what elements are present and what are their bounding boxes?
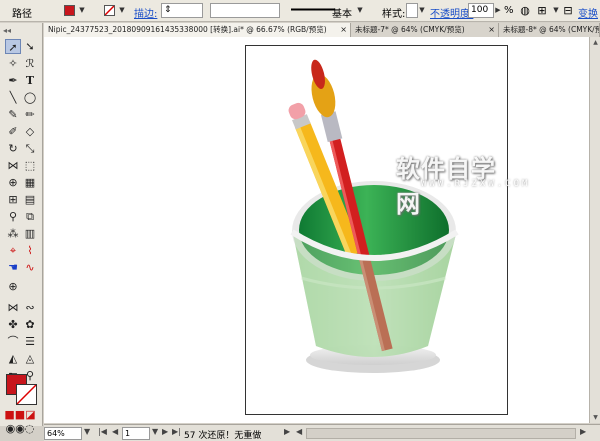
- rotate-tool-icon[interactable]: ↻: [5, 141, 21, 156]
- close-tab-icon[interactable]: ×: [488, 23, 495, 37]
- eyedropper-tool-icon[interactable]: ⚲: [5, 209, 21, 224]
- direct-selection-tool-icon[interactable]: ➘: [22, 39, 38, 54]
- variable-width-field[interactable]: [210, 3, 280, 18]
- gradient-tool-icon[interactable]: ▤: [22, 192, 38, 207]
- ellipse-tool-icon[interactable]: ◯: [22, 90, 38, 105]
- artboard[interactable]: 软件自学网 WWW.RJZXW.COM: [245, 45, 527, 416]
- first-artboard-icon[interactable]: |◀: [98, 427, 107, 436]
- brush-profile-dropdown[interactable]: ▼: [356, 4, 364, 17]
- opacity-link[interactable]: 不透明度:: [430, 5, 473, 20]
- panel-collapse-icon[interactable]: ◂◂: [3, 26, 11, 35]
- draw-mode-icon[interactable]: ◉◉◌: [4, 421, 36, 436]
- live-paint-tool-icon[interactable]: ◭: [5, 351, 21, 366]
- perspective-grid-tool-icon[interactable]: ▦: [22, 175, 38, 190]
- eraser-tool-icon[interactable]: ◇: [22, 124, 38, 139]
- pen-tool-icon[interactable]: ✒: [5, 73, 21, 88]
- stroke-swatch[interactable]: [104, 5, 115, 16]
- opacity-field[interactable]: 100: [468, 3, 494, 18]
- no-stroke-icon: [16, 384, 37, 405]
- status-bar: 64% ▼ |◀ ◀ 1 ▼ ▶ ▶| 57 次还原！无重做 ▶ ◀ ▶: [44, 424, 600, 441]
- stroke-weight-field[interactable]: ⇕: [161, 3, 203, 18]
- twirl-tool-icon[interactable]: ∾: [22, 300, 38, 315]
- crystallize-tool-icon[interactable]: ☰: [22, 334, 38, 349]
- opacity-unit: %: [504, 5, 514, 16]
- scroll-left-icon[interactable]: ◀: [296, 427, 302, 436]
- mesh-tool-icon[interactable]: ⊞: [5, 192, 21, 207]
- bloat-tool-icon[interactable]: ✿: [22, 317, 38, 332]
- brush-profile-label: 基本: [332, 9, 352, 20]
- line-tool-icon[interactable]: ╲: [5, 90, 21, 105]
- live-paint-selection-icon[interactable]: ◬: [22, 351, 38, 366]
- last-artboard-icon[interactable]: ▶|: [172, 427, 181, 436]
- stepper-icon: ⇕: [164, 5, 172, 15]
- scroll-right-icon[interactable]: ▶: [580, 427, 586, 436]
- scale-tool-icon[interactable]: ⤡: [22, 141, 38, 156]
- free-transform-tool-icon[interactable]: ⬚: [22, 158, 38, 173]
- prev-artboard-icon[interactable]: ◀: [112, 427, 118, 436]
- horizontal-scrollbar[interactable]: [306, 428, 576, 439]
- blend-tool-icon[interactable]: ⧉: [22, 209, 38, 224]
- scroll-up-icon[interactable]: ▲: [591, 38, 600, 47]
- stroke-dropdown[interactable]: ▼: [118, 4, 126, 17]
- style-dropdown[interactable]: ▼: [418, 4, 426, 17]
- magic-wand-tool-icon[interactable]: ✧: [5, 56, 21, 71]
- symbol-sprayer-tool-icon[interactable]: ⁂: [5, 226, 21, 241]
- shape-builder-tool-icon[interactable]: ⊕: [5, 175, 21, 190]
- warp-tool-icon[interactable]: ⋈: [5, 300, 21, 315]
- tool-panel: ◂◂ ➚ ➘ ✧ ℛ ✒ T ╲ ◯ ✎ ✏ ✐ ◇ ↻ ⤡ ⋈ ⬚ ⊕ ▦ ⊞…: [0, 23, 43, 435]
- fill-swatch[interactable]: [64, 5, 75, 16]
- pencil-tool-icon[interactable]: ✏: [22, 107, 38, 122]
- status-message: 57 次还原！无重做: [184, 431, 262, 441]
- document-tabs: Nipic_24377523_20180909161435338000 [转换]…: [44, 23, 600, 37]
- control-bar: 路径 ▼ ▼ 描边: ⇕ 基本 ▼ 样式: ▼ 不透明度: 100 ▶ % ◍ …: [0, 0, 600, 22]
- width-tool-icon[interactable]: ⋈: [5, 158, 21, 173]
- slice-tool-icon[interactable]: ⌇: [22, 243, 38, 258]
- no-stroke-icon: [104, 5, 115, 16]
- pucker-tool-icon[interactable]: ✤: [5, 317, 21, 332]
- vertical-scrollbar[interactable]: ▲ ▼: [589, 37, 600, 423]
- opacity-dropdown[interactable]: ▶: [494, 4, 502, 17]
- style-swatch[interactable]: [406, 3, 418, 18]
- align-icon[interactable]: ⊞: [535, 4, 549, 18]
- close-tab-icon[interactable]: ×: [340, 23, 347, 37]
- canvas-workspace[interactable]: 软件自学网 WWW.RJZXW.COM: [44, 37, 589, 423]
- recolor-artwork-icon[interactable]: ◍: [518, 4, 532, 18]
- crosshair-icon[interactable]: ⊕: [5, 279, 21, 294]
- tab-untitled-7[interactable]: 未标题-7* @ 64% (CMYK/预览) ×: [351, 23, 499, 37]
- color-mode-icon[interactable]: ■■◪: [4, 407, 36, 422]
- transform-link[interactable]: 变换: [578, 5, 598, 20]
- artboard-number-field[interactable]: 1: [122, 427, 150, 440]
- stroke-link[interactable]: 描边:: [134, 5, 157, 20]
- artboard-dropdown-icon[interactable]: ▼: [152, 427, 158, 436]
- stroke-color-box[interactable]: [16, 384, 37, 405]
- type-tool-icon[interactable]: T: [22, 73, 38, 88]
- tab-nipic-document[interactable]: Nipic_24377523_20180909161435338000 [转换]…: [44, 23, 351, 37]
- zoom-tool-icon[interactable]: ∿: [22, 260, 38, 275]
- fill-dropdown[interactable]: ▼: [78, 4, 86, 17]
- artboard-tool-icon[interactable]: ⌖: [5, 243, 21, 258]
- artwork-pencil-cup[interactable]: [246, 46, 509, 416]
- zoom-field[interactable]: 64%: [44, 427, 82, 440]
- hand-tool-icon[interactable]: ☚: [5, 260, 21, 275]
- tab-untitled-8[interactable]: 未标题-8* @ 64% (CMYK/预览): [499, 23, 600, 37]
- watermark-url: WWW.RJZXW.COM: [421, 179, 531, 189]
- isolate-icon[interactable]: ⊟: [561, 4, 575, 18]
- align-dropdown[interactable]: ▼: [552, 4, 560, 17]
- selection-type-label: 路径: [12, 9, 32, 20]
- column-graph-tool-icon[interactable]: ▥: [22, 226, 38, 241]
- style-label: 样式:: [382, 9, 406, 20]
- status-menu-icon[interactable]: ▶: [284, 427, 290, 436]
- paintbrush-tool-icon[interactable]: ✎: [5, 107, 21, 122]
- zoom-dropdown-icon[interactable]: ▼: [84, 427, 90, 436]
- blob-brush-tool-icon[interactable]: ✐: [5, 124, 21, 139]
- scallop-tool-icon[interactable]: ⌒: [5, 334, 21, 349]
- stroke-line-icon: [291, 8, 335, 11]
- next-artboard-icon[interactable]: ▶: [162, 427, 168, 436]
- lasso-tool-icon[interactable]: ℛ: [22, 56, 38, 71]
- selection-tool-icon[interactable]: ➚: [5, 39, 21, 54]
- scroll-down-icon[interactable]: ▼: [591, 413, 600, 422]
